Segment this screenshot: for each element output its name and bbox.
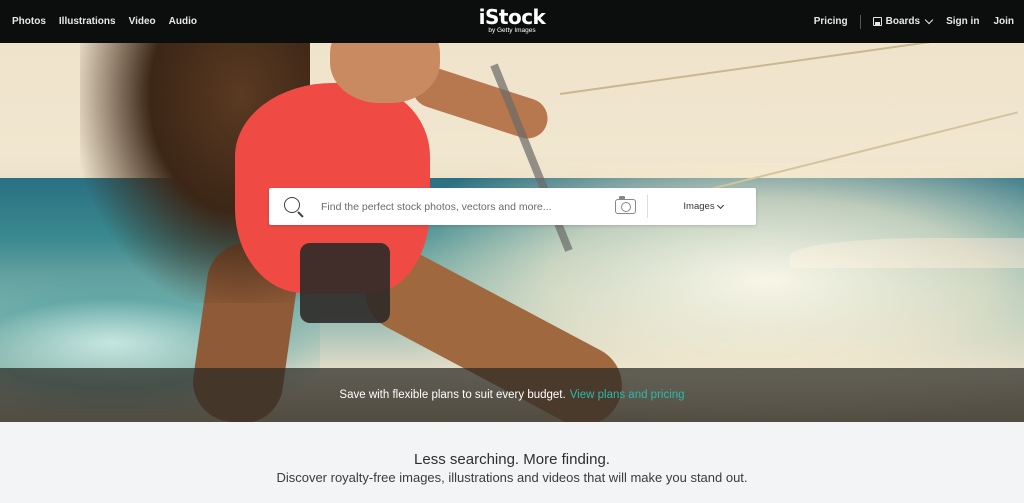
tagline-section: Less searching. More finding. Discover r… <box>0 422 1024 503</box>
istock-logo[interactable]: iStock by Getty Images <box>479 7 546 35</box>
boards-label: Boards <box>885 16 921 27</box>
kite-line <box>559 43 1024 95</box>
nav-item-video[interactable]: Video <box>129 16 156 27</box>
search-input[interactable] <box>321 188 601 225</box>
account-nav: Pricing Boards Sign in Join <box>814 0 1014 43</box>
tagline-subtitle: Discover royalty-free images, illustrati… <box>276 470 748 485</box>
search-icon[interactable] <box>284 197 300 213</box>
camera-icon[interactable] <box>615 196 636 214</box>
hero-figure-harness <box>300 243 390 323</box>
top-navigation-bar: Photos Illustrations Video Audio iStock … <box>0 0 1024 43</box>
promo-banner: Save with flexible plans to suit every b… <box>0 368 1024 422</box>
pricing-link[interactable]: Pricing <box>814 16 848 27</box>
nav-item-photos[interactable]: Photos <box>12 16 46 27</box>
boards-icon <box>872 17 882 26</box>
logo-subtitle: by Getty Images <box>488 27 536 34</box>
sign-in-link[interactable]: Sign in <box>946 16 979 27</box>
hero-banner <box>0 43 1024 422</box>
media-type-label: Images <box>683 201 715 212</box>
search-bar: Images <box>269 188 756 225</box>
view-plans-link[interactable]: View plans and pricing <box>570 389 685 401</box>
promo-text: Save with flexible plans to suit every b… <box>339 389 566 401</box>
logo-wordmark: iStock <box>478 5 546 29</box>
search-divider <box>647 195 648 218</box>
join-link[interactable]: Join <box>993 16 1014 27</box>
chevron-down-icon <box>716 201 724 209</box>
boards-menu[interactable]: Boards <box>872 15 934 27</box>
nav-item-illustrations[interactable]: Illustrations <box>59 16 116 27</box>
tagline-title: Less searching. More finding. <box>414 451 610 468</box>
media-type-dropdown[interactable]: Images <box>658 188 748 225</box>
nav-item-audio[interactable]: Audio <box>169 16 197 27</box>
media-type-nav: Photos Illustrations Video Audio <box>12 0 197 43</box>
chevron-down-icon <box>924 15 934 24</box>
nav-divider <box>859 14 861 29</box>
